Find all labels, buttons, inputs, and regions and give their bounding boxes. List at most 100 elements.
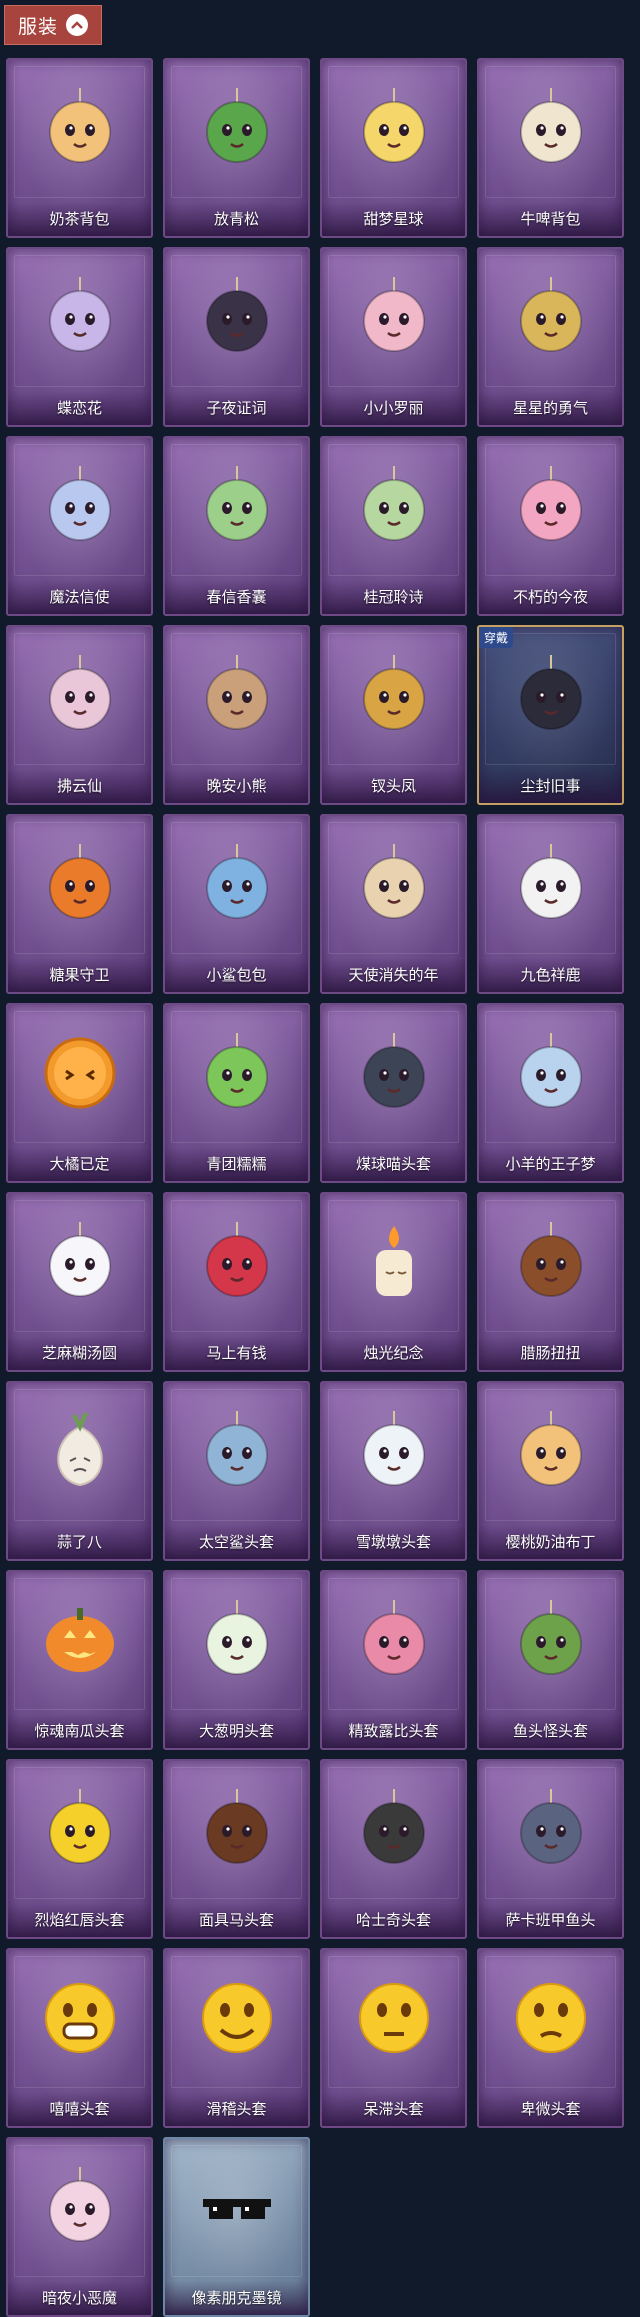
outfit-card[interactable]: 哈士奇头套: [320, 1759, 467, 1939]
chevron-up-icon: [66, 14, 88, 36]
outfit-card[interactable]: 小小罗丽: [320, 247, 467, 427]
grin-emoji-icon: [38, 1976, 122, 2060]
outfit-card[interactable]: 呆滞头套: [320, 1948, 467, 2128]
outfit-card[interactable]: 蝶恋花: [6, 247, 153, 427]
orange-slice-icon: [38, 1031, 122, 1115]
outfit-card[interactable]: 煤球喵头套: [320, 1003, 467, 1183]
outfit-card[interactable]: 不朽的今夜: [477, 436, 624, 616]
space-shark-icon: [195, 1409, 279, 1493]
yellow-mask-sunglasses-icon: [38, 1787, 122, 1871]
outfit-name: 面具马头套: [165, 1903, 308, 1937]
funny-emoji-icon: [195, 1976, 279, 2060]
outfit-card[interactable]: 星星的勇气: [477, 247, 624, 427]
outfit-card[interactable]: 樱桃奶油布丁: [477, 1381, 624, 1561]
outfit-card[interactable]: 卑微头套: [477, 1948, 624, 2128]
rice-ball-icon: [38, 1220, 122, 1304]
outfit-card[interactable]: 九色祥鹿: [477, 814, 624, 994]
green-onion-icon: [195, 1598, 279, 1682]
phoenix-crown-icon: [352, 653, 436, 737]
outfit-card[interactable]: 穿戴 尘封旧事: [477, 625, 624, 805]
outfit-name: 烈焰红唇头套: [8, 1903, 151, 1937]
candle-icon: [352, 1220, 436, 1304]
outfit-card[interactable]: 子夜证词: [163, 247, 310, 427]
outfit-name: 精致露比头套: [322, 1714, 465, 1748]
angel-portrait-icon: [352, 842, 436, 926]
outfit-card[interactable]: 青团糯糯: [163, 1003, 310, 1183]
outfit-card[interactable]: 天使消失的年: [320, 814, 467, 994]
outfit-card[interactable]: 春信香囊: [163, 436, 310, 616]
outfit-card[interactable]: 像素朋克墨镜: [163, 2137, 310, 2317]
outfit-name: 青团糯糯: [165, 1147, 308, 1181]
milk-tea-bag-icon: [38, 86, 122, 170]
pine-tree-pot-icon: [195, 86, 279, 170]
star-pendant-icon: [509, 275, 593, 359]
outfit-card[interactable]: 桂冠聆诗: [320, 436, 467, 616]
outfit-card[interactable]: 拂云仙: [6, 625, 153, 805]
cow-beer-bag-icon: [509, 86, 593, 170]
outfit-card[interactable]: 小鲨包包: [163, 814, 310, 994]
outfit-name: 樱桃奶油布丁: [479, 1525, 622, 1559]
outfit-name: 子夜证词: [165, 391, 308, 425]
outfit-name: 马上有钱: [165, 1336, 308, 1370]
dachshund-icon: [509, 1220, 593, 1304]
outfit-card[interactable]: 鱼头怪头套: [477, 1570, 624, 1750]
snowman-icon: [352, 1409, 436, 1493]
dark-boy-icon: [509, 653, 593, 737]
outfit-card[interactable]: 魔法信使: [6, 436, 153, 616]
outfit-card[interactable]: 烈焰红唇头套: [6, 1759, 153, 1939]
outfit-name: 蝶恋花: [8, 391, 151, 425]
outfit-name: 小鲨包包: [165, 958, 308, 992]
outfit-name: 腊肠扭扭: [479, 1336, 622, 1370]
outfit-card[interactable]: 晚安小熊: [163, 625, 310, 805]
outfit-name: 放青松: [165, 202, 308, 236]
outfit-name: 滑稽头套: [165, 2092, 308, 2126]
outfit-card[interactable]: 小羊的王子梦: [477, 1003, 624, 1183]
outfit-card[interactable]: 暗夜小恶魔: [6, 2137, 153, 2317]
outfit-name: 鱼头怪头套: [479, 1714, 622, 1748]
outfit-card[interactable]: 萨卡班甲鱼头: [477, 1759, 624, 1939]
outfit-name: 魔法信使: [8, 580, 151, 614]
outfit-category-toggle[interactable]: 服装: [4, 5, 102, 45]
outfit-card[interactable]: 精致露比头套: [320, 1570, 467, 1750]
pink-cat-cup-icon: [509, 464, 593, 548]
outfit-card[interactable]: 惊魂南瓜头套: [6, 1570, 153, 1750]
outfit-card[interactable]: 马上有钱: [163, 1192, 310, 1372]
outfit-card[interactable]: 牛啤背包: [477, 58, 624, 238]
outfit-card[interactable]: 大葱明头套: [163, 1570, 310, 1750]
garlic-icon: [38, 1409, 122, 1493]
butterfly-wreath-icon: [38, 275, 122, 359]
outfit-card[interactable]: 雪墩墩头套: [320, 1381, 467, 1561]
outfit-name: 九色祥鹿: [479, 958, 622, 992]
outfit-card[interactable]: 太空鲨头套: [163, 1381, 310, 1561]
horse-head-icon: [195, 1787, 279, 1871]
outfit-card[interactable]: 放青松: [163, 58, 310, 238]
outfit-card[interactable]: 甜梦星球: [320, 58, 467, 238]
outfit-card[interactable]: 芝麻糊汤圆: [6, 1192, 153, 1372]
outfit-name: 哈士奇头套: [322, 1903, 465, 1937]
jack-o-lantern-icon: [38, 1598, 122, 1682]
outfit-name: 奶茶背包: [8, 202, 151, 236]
outfit-name: 萨卡班甲鱼头: [479, 1903, 622, 1937]
outfit-name: 芝麻糊汤圆: [8, 1336, 151, 1370]
outfit-name: 烛光纪念: [322, 1336, 465, 1370]
shark-bag-icon: [195, 842, 279, 926]
outfit-card[interactable]: 蒜了八: [6, 1381, 153, 1561]
elephant-icon: [38, 464, 122, 548]
outfit-card[interactable]: 烛光纪念: [320, 1192, 467, 1372]
outfit-card[interactable]: 糖果守卫: [6, 814, 153, 994]
outfit-card[interactable]: 奶茶背包: [6, 58, 153, 238]
equipped-badge: 穿戴: [479, 627, 514, 648]
outfit-name: 大橘已定: [8, 1147, 151, 1181]
outfit-card[interactable]: 面具马头套: [163, 1759, 310, 1939]
pixel-sunglasses-icon: [195, 2165, 279, 2249]
outfit-name: 春信香囊: [165, 580, 308, 614]
outfit-name: 天使消失的年: [322, 958, 465, 992]
humble-emoji-icon: [509, 1976, 593, 2060]
sachet-icon: [195, 464, 279, 548]
outfit-card[interactable]: 大橘已定: [6, 1003, 153, 1183]
outfit-card[interactable]: 滑稽头套: [163, 1948, 310, 2128]
outfit-card[interactable]: 钗头凤: [320, 625, 467, 805]
outfit-card[interactable]: 腊肠扭扭: [477, 1192, 624, 1372]
outfit-card[interactable]: 嘻嘻头套: [6, 1948, 153, 2128]
outfit-name: 像素朋克墨镜: [165, 2281, 308, 2315]
